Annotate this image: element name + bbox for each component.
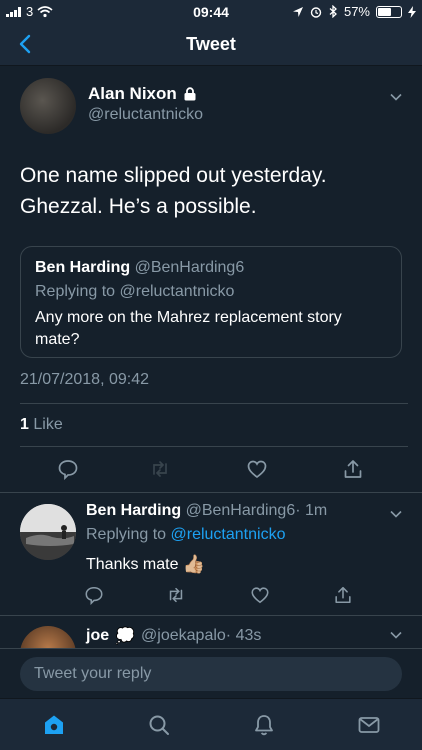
reply-icon[interactable]: [84, 585, 104, 605]
battery-icon: [376, 5, 402, 18]
share-icon[interactable]: [333, 585, 353, 605]
like-count[interactable]: 1 Like: [20, 416, 63, 434]
reply-header[interactable]: joe 💭 @joekapalo· 43s: [86, 626, 261, 646]
quoted-replying-to: Replying to @reluctantnicko: [35, 283, 235, 300]
quoted-tweet[interactable]: Ben Harding @BenHarding6 Replying to @re…: [20, 246, 402, 358]
reply-author-handle[interactable]: @BenHarding6: [186, 502, 296, 519]
quoted-author: Ben Harding @BenHarding6: [35, 259, 244, 277]
reply-replying-to: Replying to @reluctantnicko: [86, 526, 285, 544]
reply-actions: [0, 584, 422, 614]
page-title: Tweet: [186, 34, 236, 54]
tab-bar: [0, 698, 422, 750]
quoted-text: Any more on the Mahrez replacement story…: [35, 309, 342, 348]
status-bar: 3 09:44 57%: [0, 0, 422, 22]
author-handle[interactable]: @reluctantnicko: [88, 106, 203, 124]
quoted-author-handle: @BenHarding6: [134, 259, 245, 276]
reply-time: · 43s: [225, 627, 262, 644]
nav-bar: Tweet: [0, 22, 422, 66]
thought-balloon-emoji: 💭: [115, 628, 136, 645]
reply-avatar[interactable]: [20, 504, 76, 560]
author-avatar[interactable]: [20, 78, 76, 134]
location-icon: [292, 6, 303, 17]
status-right: 57%: [292, 4, 416, 19]
reply-author-name[interactable]: joe: [86, 627, 109, 645]
divider: [0, 615, 422, 616]
reply-author-handle-text: @joekapalo: [141, 627, 226, 644]
reply-avatar-image: [20, 504, 76, 560]
tweet-actions: [0, 456, 422, 486]
bluetooth-icon: [329, 5, 337, 18]
reply-time: · 1m: [295, 502, 328, 519]
notifications-icon[interactable]: [252, 713, 276, 737]
replying-to-handle[interactable]: @reluctantnicko: [171, 526, 286, 543]
lock-icon: [184, 87, 196, 101]
divider: [20, 446, 408, 447]
chevron-down-icon[interactable]: [389, 90, 403, 104]
search-icon[interactable]: [147, 713, 171, 737]
messages-icon[interactable]: [357, 713, 381, 737]
reply-bar: Tweet your reply: [0, 648, 422, 698]
tweet-text-line: Ghezzal. He’s a possible.: [20, 195, 257, 218]
like-count-number: 1: [20, 416, 29, 433]
divider: [20, 403, 408, 404]
tweet-timestamp: 21/07/2018, 09:42: [20, 371, 150, 388]
retweet-icon[interactable]: [166, 585, 186, 605]
share-icon[interactable]: [342, 458, 364, 480]
replying-to-label: Replying to: [86, 526, 167, 543]
author-name-row[interactable]: Alan Nixon: [88, 84, 197, 104]
charging-icon: [408, 5, 416, 18]
home-icon[interactable]: [42, 713, 66, 737]
quoted-author-name: Ben Harding: [35, 259, 131, 276]
chevron-down-icon[interactable]: [389, 628, 403, 642]
thumbs-up-emoji: 👍🏼: [182, 554, 205, 574]
reply-header[interactable]: Ben Harding @BenHarding6· 1m: [86, 502, 327, 520]
alarm-icon: [310, 6, 322, 18]
tweet-text-line: One name slipped out yesterday.: [20, 164, 327, 187]
retweet-icon[interactable]: [149, 458, 171, 480]
like-icon[interactable]: [246, 458, 268, 480]
reply-text-body: Thanks mate: [86, 555, 179, 573]
reply-author-name[interactable]: Ben Harding: [86, 502, 181, 519]
tweet-text: One name slipped out yesterday. Ghezzal.…: [20, 160, 410, 222]
like-count-label: Like: [33, 416, 63, 433]
reply-text: Thanks mate 👍🏼: [86, 554, 205, 575]
author-name[interactable]: Alan Nixon: [88, 84, 177, 104]
reply-icon[interactable]: [57, 458, 79, 480]
divider: [0, 492, 422, 493]
battery-percent: 57%: [343, 4, 370, 19]
chevron-down-icon[interactable]: [389, 507, 403, 521]
tweet-reply-input[interactable]: Tweet your reply: [20, 657, 402, 691]
reply-author-handle[interactable]: @joekapalo· 43s: [141, 627, 261, 645]
battery-fill: [378, 7, 391, 16]
like-icon[interactable]: [250, 585, 270, 605]
